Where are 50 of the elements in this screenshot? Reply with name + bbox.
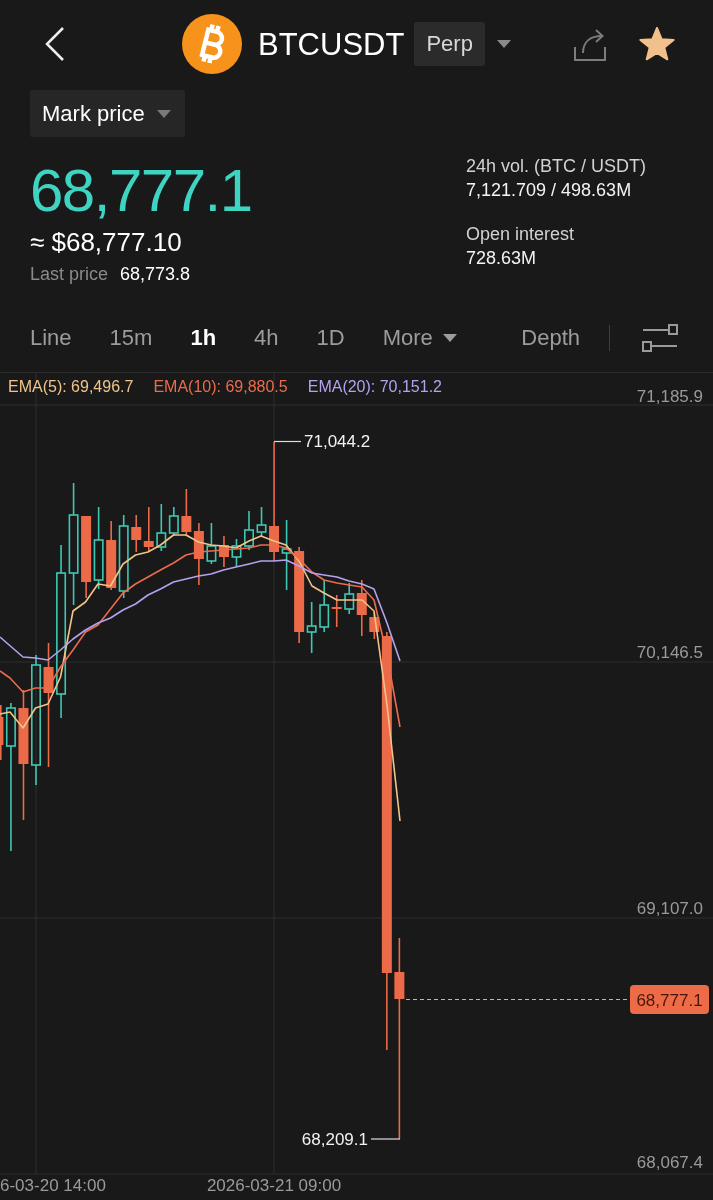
interval-tab[interactable]: Line [30, 323, 72, 353]
indicator-legend: EMA(10): 69,880.5 [153, 375, 288, 399]
interval-tab[interactable]: 1h [190, 323, 217, 353]
symbol-title: BTCUSDT [258, 28, 405, 60]
candlestick [218, 535, 229, 568]
interval-tab[interactable]: 15m [109, 323, 153, 353]
price-axis-label: 69,107.0 [636, 899, 703, 918]
indicator-legend: EMA(20): 70,151.2 [307, 375, 442, 399]
star-icon[interactable] [639, 27, 675, 61]
caret-icon [442, 334, 457, 342]
last-price-label: Last price [30, 263, 109, 286]
coin-logo-icon [182, 14, 242, 74]
usd-price-value: ≈ $68,777.10 [30, 226, 183, 258]
leader-line [273, 440, 302, 443]
candlestick [193, 522, 204, 586]
contract-type-button[interactable]: Perp [414, 22, 485, 66]
mark-price-value: 68,777.1 [30, 158, 253, 224]
sliders-icon[interactable] [642, 324, 678, 352]
price-axis-label: 70,146.5 [636, 643, 703, 662]
caret-icon [156, 109, 171, 118]
caret-icon[interactable] [496, 40, 511, 48]
candlestick [181, 488, 192, 537]
candlestick [206, 522, 217, 565]
indicator-legend: EMA(5): 69,496.7 [8, 375, 134, 399]
price-axis-label: 68,067.4 [636, 1153, 703, 1172]
candlestick [231, 538, 242, 568]
time-axis-label: 2026-03-21 09:00 [206, 1176, 342, 1195]
interval-tab[interactable]: 4h [254, 323, 279, 353]
candlestick [131, 514, 142, 553]
high-price-label: 71,044.2 [304, 432, 371, 451]
interval-tab[interactable]: 1D [316, 323, 345, 353]
more-dropdown[interactable]: More [382, 323, 457, 353]
low-price-label: 68,209.1 [301, 1130, 368, 1149]
stat-value: 728.63M [466, 247, 538, 270]
stat-label: 24h vol. (BTC / USDT) [466, 155, 647, 178]
share-icon[interactable] [573, 26, 609, 62]
leader-line [370, 1138, 401, 1140]
last-price-value: 68,773.8 [120, 263, 191, 286]
stat-value: 7,121.709 / 498.63M [466, 179, 633, 202]
current-price-tag: 68,777.1 [630, 985, 709, 1014]
back-icon[interactable] [44, 26, 66, 62]
price-type-dropdown[interactable]: Mark price [30, 90, 185, 137]
candlestick [106, 520, 117, 591]
price-axis-label: 71,185.9 [636, 387, 703, 406]
candlestick [244, 510, 254, 551]
candlestick [256, 506, 267, 537]
time-axis-label: 6-03-20 14:00 [0, 1176, 106, 1195]
stat-label: Open interest [466, 223, 576, 246]
candlestick [143, 506, 154, 553]
interval-tab[interactable]: Depth [521, 323, 580, 353]
